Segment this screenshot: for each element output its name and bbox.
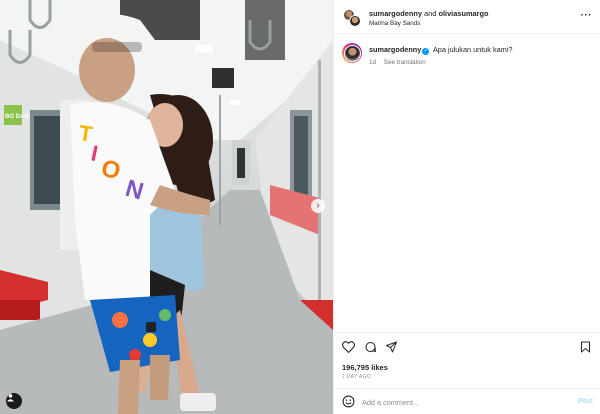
caption-meta: 1d See translation bbox=[369, 59, 426, 66]
caption-text: Apa julukan untuk kami? bbox=[432, 45, 513, 54]
next-slide-button[interactable]: › bbox=[311, 199, 325, 213]
location-link[interactable]: Marina Bay Sands bbox=[369, 20, 420, 27]
post-sidebar: sumargodenny and oliviasumargo Marina Ba… bbox=[333, 0, 600, 414]
post-comment-button[interactable]: Post bbox=[578, 398, 593, 405]
collab-avatars[interactable] bbox=[343, 9, 361, 27]
user-icon bbox=[7, 394, 14, 402]
bookmark-icon[interactable] bbox=[580, 341, 591, 353]
verified-badge-icon: ✓ bbox=[422, 48, 430, 55]
post-actions: 196,795 likes 1 DAY AGO bbox=[334, 332, 600, 388]
comment-bar: Post bbox=[334, 388, 600, 414]
tagged-users-button[interactable] bbox=[6, 393, 22, 409]
comment-icon[interactable] bbox=[364, 341, 377, 353]
post-photo[interactable]: BG DAN T I O N › bbox=[0, 0, 333, 414]
more-horizontal-icon[interactable]: ··· bbox=[581, 10, 593, 21]
likes-count[interactable]: 196,795 likes bbox=[342, 363, 388, 372]
heart-icon[interactable] bbox=[342, 341, 355, 353]
comment-input[interactable] bbox=[362, 395, 562, 409]
caption-text-line: sumargodenny ✓ Apa julukan untuk kami? bbox=[369, 45, 512, 55]
joiner-text: and bbox=[424, 9, 437, 18]
emoji-icon[interactable] bbox=[342, 395, 355, 408]
author-link[interactable]: sumargodenny bbox=[369, 9, 422, 18]
caption-username[interactable]: sumargodenny bbox=[369, 45, 421, 54]
collaborator-link[interactable]: oliviasumargo bbox=[438, 9, 488, 18]
chevron-right-icon: › bbox=[316, 200, 320, 211]
caption-avatar[interactable] bbox=[342, 43, 362, 63]
header-usernames: sumargodenny and oliviasumargo bbox=[369, 9, 489, 18]
train-scene-image: BG DAN T I O N bbox=[0, 0, 333, 414]
post-header: sumargodenny and oliviasumargo Marina Ba… bbox=[334, 0, 600, 34]
see-translation-link[interactable]: See translation bbox=[384, 59, 426, 66]
share-icon[interactable] bbox=[385, 341, 398, 353]
post-age[interactable]: 1 DAY AGO bbox=[342, 374, 371, 380]
signage-text: BG DAN bbox=[5, 114, 29, 120]
avatar bbox=[349, 15, 361, 27]
caption-age[interactable]: 1d bbox=[369, 59, 376, 66]
